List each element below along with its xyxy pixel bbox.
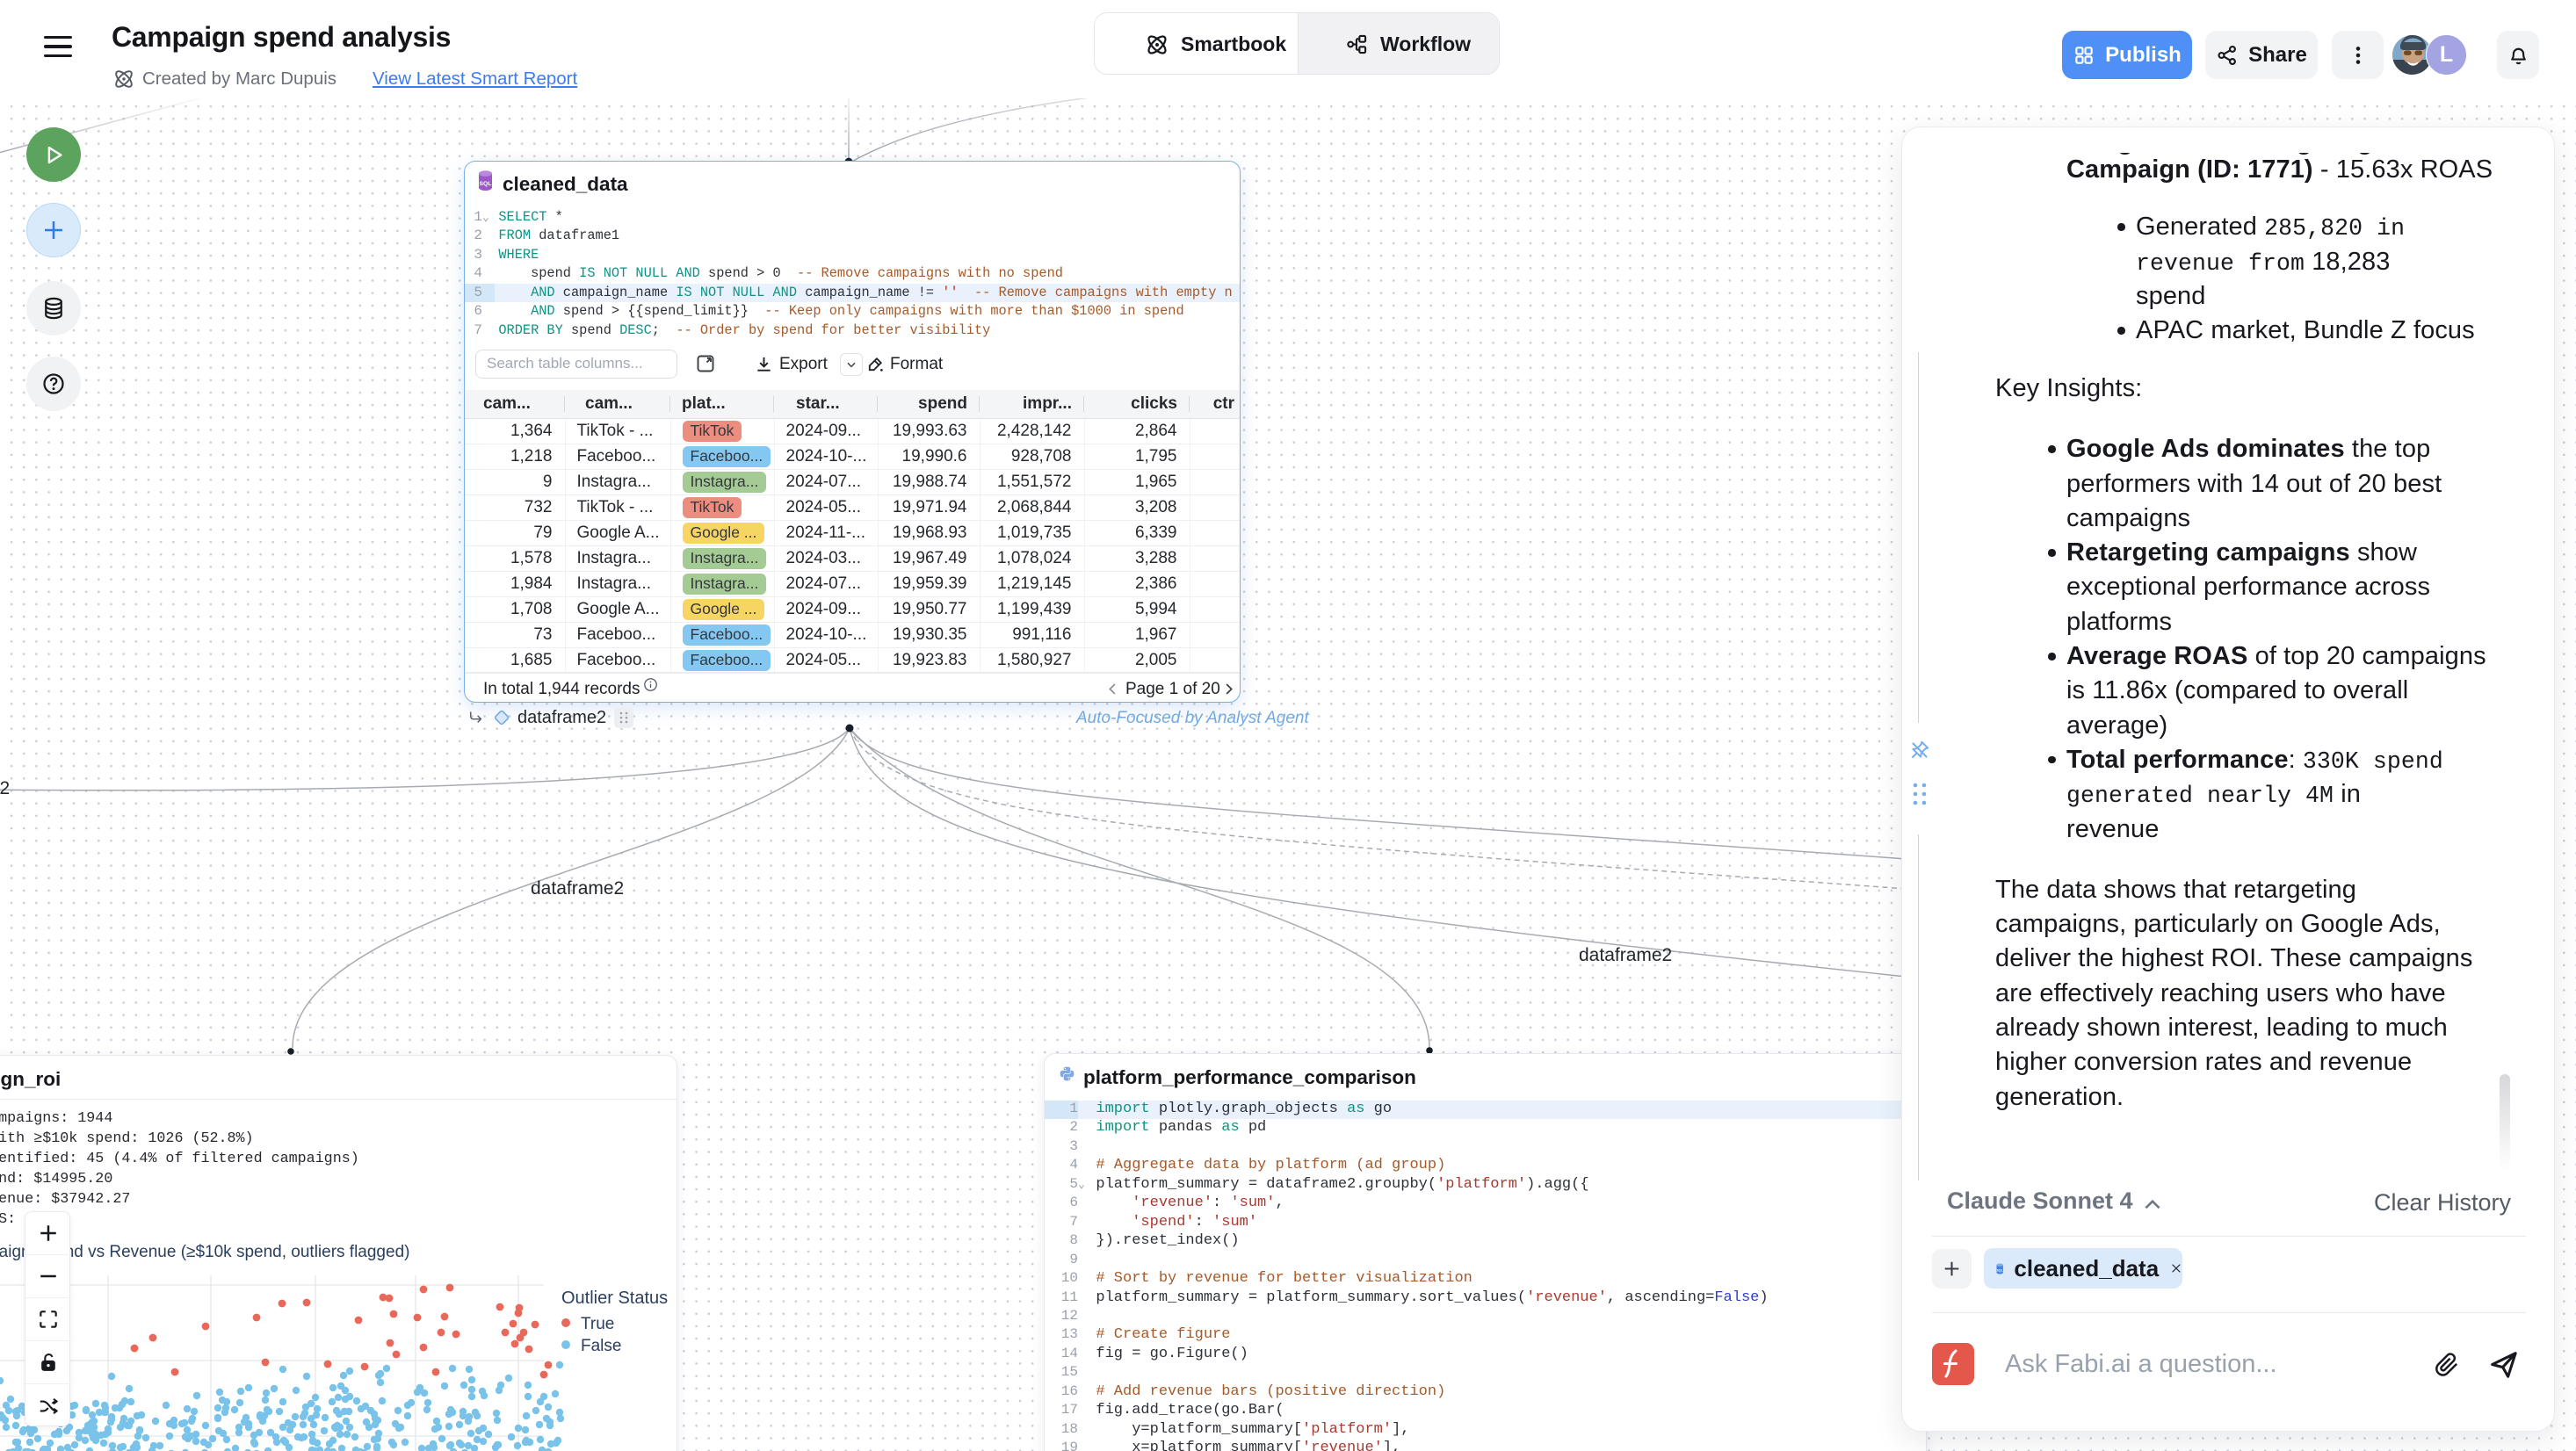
svg-text:SQL: SQL <box>1997 1268 2003 1272</box>
